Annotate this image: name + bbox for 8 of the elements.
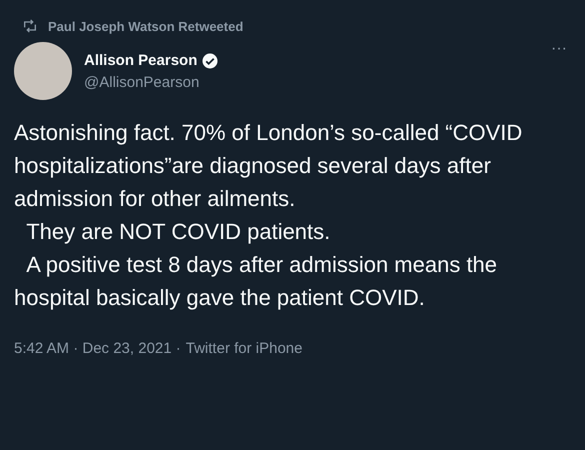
retweet-label: Paul Joseph Watson Retweeted [48, 18, 244, 34]
author-handle[interactable]: @AllisonPearson [84, 74, 548, 90]
source-link[interactable]: Twitter for iPhone [186, 340, 302, 357]
tweet-text: Astonishing fact. 70% of London’s so-called “COVID hospitalizations”are diagnosed several days after admission for other ailments. They are NOT COVID patients. A positive test 8 days after admission means the hospital basically gave the patient COVID. [14, 119, 524, 312]
tweet-timestamp[interactable]: 5:42 AM · Dec 23, 2021 · [14, 340, 181, 357]
retweet-icon [22, 18, 38, 34]
more-button[interactable]: ··· [547, 40, 571, 58]
author-name[interactable]: Allison Pearson [84, 52, 198, 69]
